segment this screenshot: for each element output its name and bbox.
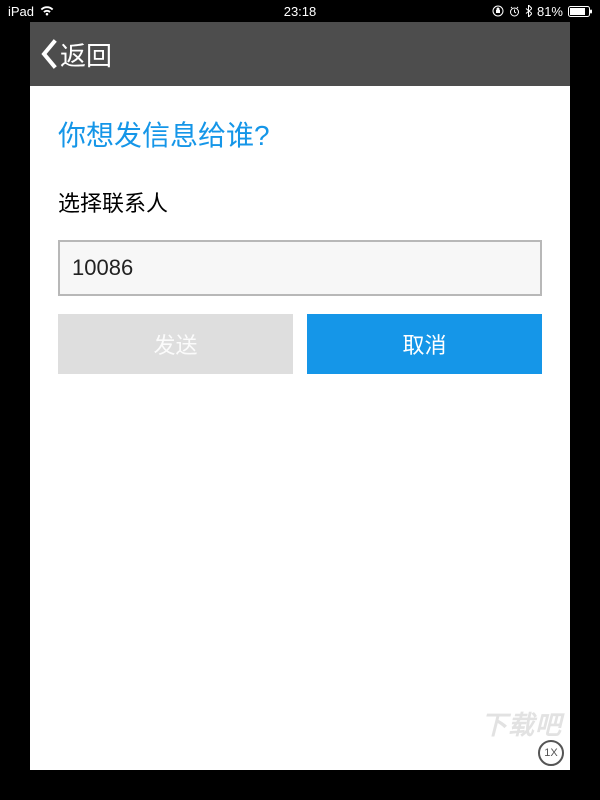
status-bar: iPad 23:18 81% — [0, 0, 600, 22]
button-row: 发送 取消 — [58, 314, 542, 374]
chevron-left-icon — [40, 39, 58, 69]
cancel-button[interactable]: 取消 — [307, 314, 542, 374]
device-label: iPad — [8, 4, 34, 19]
battery-percent: 81% — [537, 4, 563, 19]
nav-bar: 返回 — [30, 22, 570, 86]
contact-input[interactable] — [58, 240, 542, 296]
battery-icon — [568, 6, 592, 17]
bluetooth-icon — [525, 5, 532, 17]
content-area: 你想发信息给谁? 选择联系人 发送 取消 — [30, 86, 570, 770]
alarm-icon — [509, 6, 520, 17]
app-window: 返回 你想发信息给谁? 选择联系人 发送 取消 下载吧 1X — [30, 22, 570, 770]
wifi-icon — [40, 6, 54, 16]
contact-label: 选择联系人 — [58, 186, 542, 218]
rotation-lock-icon — [492, 5, 504, 17]
device-frame: 返回 你想发信息给谁? 选择联系人 发送 取消 下载吧 1X — [0, 22, 600, 800]
status-time: 23:18 — [284, 4, 317, 19]
page-title: 你想发信息给谁? — [58, 114, 542, 154]
send-button[interactable]: 发送 — [58, 314, 293, 374]
back-label: 返回 — [60, 36, 112, 73]
back-button[interactable]: 返回 — [40, 36, 112, 73]
zoom-badge: 1X — [538, 740, 564, 766]
